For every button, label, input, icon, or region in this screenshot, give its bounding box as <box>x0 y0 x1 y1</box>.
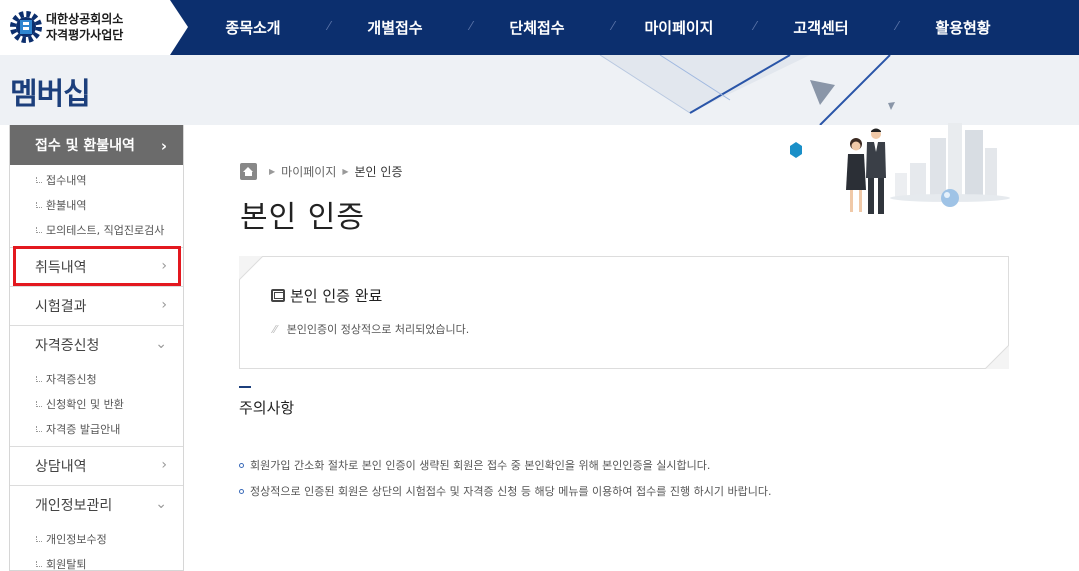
nav-item-individual-apply[interactable]: 개별접수 ⁄ <box>324 17 472 38</box>
submenu-item-edit-info[interactable]: 개인정보수정 <box>10 527 183 552</box>
breadcrumb-current: 본인 인증 <box>354 165 403 179</box>
submenu-item-issue-guide[interactable]: 자격증 발급안내 <box>10 417 183 442</box>
section-title: 멤버십 <box>10 77 91 112</box>
list-item: 회원가입 간소화 절차로 본인 인증이 생략된 회원은 접수 중 본인확인을 위… <box>239 452 771 478</box>
submenu-certificate: 자격증신청 신청확인 및 반환 자격증 발급안내 <box>10 364 183 446</box>
breadcrumb-parent[interactable]: 마이페이지 <box>281 163 336 180</box>
logo-gear-icon <box>10 11 42 43</box>
chevron-right-icon: › <box>160 137 167 155</box>
notice-title: 본인 인증 완료 <box>271 285 382 306</box>
nav-item-usage-status[interactable]: 활용현황 <box>892 17 1034 38</box>
section-banner: 멤버십 <box>0 55 1079 125</box>
sidebar-item-label: 개인정보관리 <box>35 498 113 514</box>
submenu-item-mock-test[interactable]: 모의테스트, 직업진로검사 <box>10 218 183 243</box>
corner-fold-icon <box>985 345 1009 369</box>
submenu-personal-info: 개인정보수정 회원탈퇴 <box>10 524 183 571</box>
bullet-icon <box>239 462 244 468</box>
submenu-item-certificate-apply[interactable]: 자격증신청 <box>10 367 183 392</box>
nav-item-group-apply[interactable]: 단체접수 ⁄ <box>466 17 614 38</box>
notice-message-text: 본인인증이 정상적으로 처리되었습니다. <box>286 323 470 336</box>
chevron-right-icon: › <box>161 297 167 313</box>
submenu-item-refund-history[interactable]: 환불내역 <box>10 193 183 218</box>
sidebar-menu: 접수 및 환불내역 › 접수내역 환불내역 모의테스트, 직업진로검사 취득내역… <box>9 125 184 571</box>
page-title: 본인 인증 <box>240 200 365 235</box>
breadcrumb: ▶ 마이페이지 ▶ 본인 인증 <box>240 163 403 180</box>
caution-text: 회원가입 간소화 절차로 본인 인증이 생략된 회원은 접수 중 본인확인을 위… <box>250 459 711 472</box>
business-people-illustration <box>790 123 1010 214</box>
nav-item-customer-center[interactable]: 고객센터 ⁄ <box>750 17 898 38</box>
sidebar-head-label: 접수 및 환불내역 <box>35 138 135 154</box>
submenu-item-confirm-return[interactable]: 신청확인 및 반환 <box>10 392 183 417</box>
sidebar-item-label: 시험결과 <box>35 299 87 315</box>
top-navigation-bar: 대한상공회의소 자격평가사업단 종목소개 ⁄ 개별접수 ⁄ 단체접수 ⁄ 마이페이지 ⁄… <box>0 0 1079 55</box>
verification-complete-box: 본인 인증 완료 ⁄⁄ 본인인증이 정상적으로 처리되었습니다. <box>239 256 1009 369</box>
logo-line-2: 자격평가사업단 <box>46 28 124 42</box>
chevron-right-icon: › <box>161 258 167 274</box>
main-nav: 종목소개 ⁄ 개별접수 ⁄ 단체접수 ⁄ 마이페이지 ⁄ 고객센터 ⁄ 활용현황 <box>182 0 1034 55</box>
sidebar-item-label: 취득내역 <box>35 260 87 276</box>
pen-icon: ⁄⁄ <box>273 322 277 336</box>
breadcrumb-separator-icon: ▶ <box>342 167 349 176</box>
sidebar-item-label: 상담내역 <box>35 459 87 475</box>
submenu-item-application-history[interactable]: 접수내역 <box>10 168 183 193</box>
submenu-item-withdraw[interactable]: 회원탈퇴 <box>10 552 183 571</box>
logo-text: 대한상공회의소 자격평가사업단 <box>46 11 123 43</box>
notice-message: ⁄⁄ 본인인증이 정상적으로 처리되었습니다. <box>273 321 469 337</box>
bullet-icon <box>239 488 244 494</box>
chevron-right-icon: › <box>161 457 167 473</box>
corner-fold-icon <box>239 256 263 280</box>
list-item: 정상적으로 인증된 회원은 상단의 시험접수 및 자격증 신청 등 해당 메뉴를… <box>239 478 771 504</box>
logo-area[interactable]: 대한상공회의소 자격평가사업단 <box>0 0 188 55</box>
logo-line-1: 대한상공회의소 <box>46 12 124 26</box>
nav-item-mypage[interactable]: 마이페이지 ⁄ <box>608 17 756 38</box>
submenu-application-refund: 접수내역 환불내역 모의테스트, 직업진로검사 <box>10 165 183 247</box>
nav-item-exam-intro[interactable]: 종목소개 ⁄ <box>182 17 330 38</box>
chevron-down-icon: ⌄ <box>155 496 167 512</box>
sidebar-item-application-refund[interactable]: 접수 및 환불내역 › <box>10 125 183 165</box>
chevron-down-icon: ⌄ <box>155 336 167 352</box>
caution-list: 회원가입 간소화 절차로 본인 인증이 생략된 회원은 접수 중 본인확인을 위… <box>239 452 771 504</box>
caution-title: 주의사항 <box>239 399 295 417</box>
banner-decoration <box>599 55 895 125</box>
home-icon[interactable] <box>240 163 257 180</box>
sidebar-item-exam-results[interactable]: 시험결과 › <box>10 286 183 325</box>
breadcrumb-separator-icon: ▶ <box>269 167 276 176</box>
sidebar-item-certificate-apply[interactable]: 자격증신청 ⌄ <box>10 325 183 364</box>
sidebar-item-personal-info[interactable]: 개인정보관리 ⌄ <box>10 485 183 524</box>
section-accent-bar <box>239 386 251 388</box>
certificate-icon <box>271 289 285 302</box>
sidebar-item-consultation[interactable]: 상담내역 › <box>10 446 183 485</box>
notice-title-text: 본인 인증 완료 <box>290 287 383 305</box>
sidebar-item-label: 자격증신청 <box>35 338 100 354</box>
sidebar-item-acquisition-history[interactable]: 취득내역 › <box>10 247 183 286</box>
caution-text: 정상적으로 인증된 회원은 상단의 시험접수 및 자격증 신청 등 해당 메뉴를… <box>250 485 772 498</box>
